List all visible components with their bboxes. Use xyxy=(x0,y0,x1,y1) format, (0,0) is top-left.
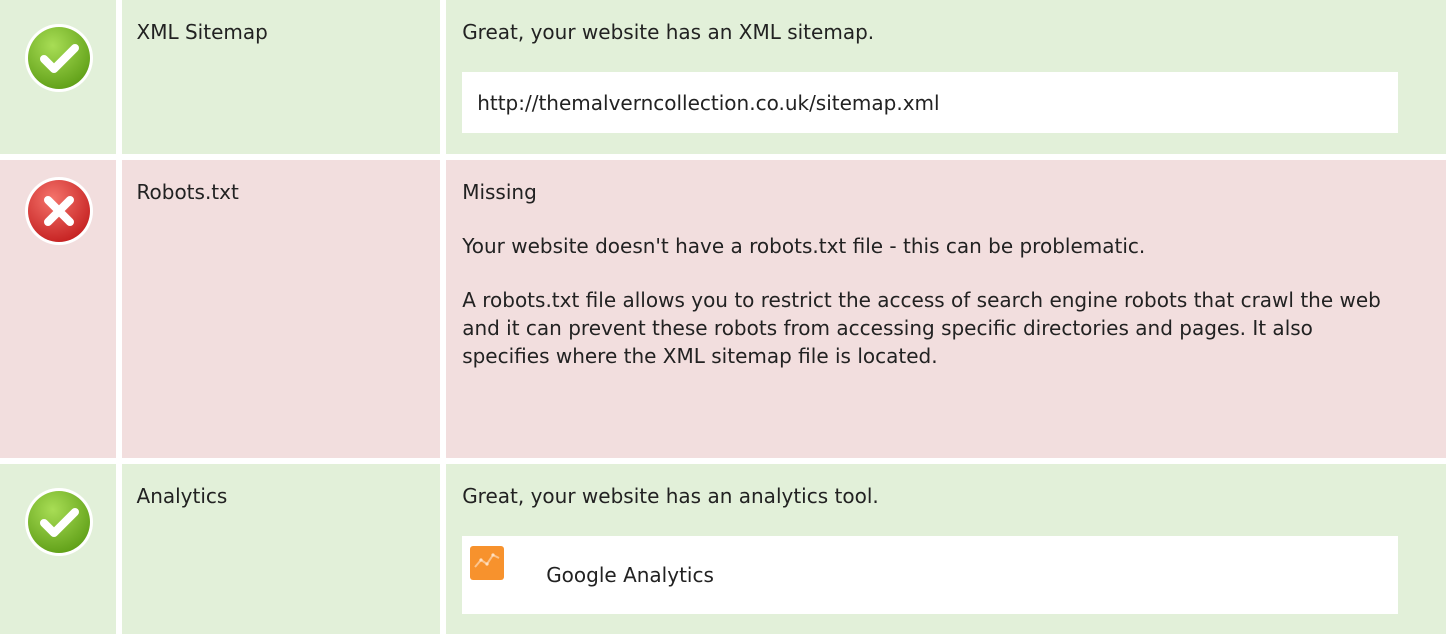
check-detail-cell: Great, your website has an analytics too… xyxy=(446,464,1446,634)
seo-report: XML Sitemap Great, your website has an X… xyxy=(0,0,1446,634)
check-name-cell: Robots.txt xyxy=(121,160,441,458)
check-row-analytics: Analytics Great, your website has an ana… xyxy=(0,464,1446,634)
status-cell xyxy=(0,464,116,634)
error-x-icon xyxy=(23,175,95,247)
google-analytics-icon xyxy=(470,546,505,580)
check-name-cell: Analytics xyxy=(121,464,441,634)
check-detail-cell: Great, your website has an XML sitemap. … xyxy=(446,0,1446,154)
analytics-tool-box: Google Analytics xyxy=(462,536,1398,614)
sitemap-url-box: http://themalverncollection.co.uk/sitema… xyxy=(462,72,1398,133)
sitemap-url: http://themalverncollection.co.uk/sitema… xyxy=(477,90,940,115)
check-detail-text: Your website doesn't have a robots.txt f… xyxy=(462,234,1146,258)
check-message: Great, your website has an analytics too… xyxy=(462,484,879,508)
check-detail-text: A robots.txt file allows you to restrict… xyxy=(462,288,1381,368)
status-cell xyxy=(0,0,116,154)
check-circle-icon xyxy=(23,22,95,94)
check-name: Analytics xyxy=(136,484,228,508)
check-message: Great, your website has an XML sitemap. xyxy=(462,20,875,44)
check-name: XML Sitemap xyxy=(136,20,268,44)
analytics-tool-name: Google Analytics xyxy=(546,563,714,587)
status-cell xyxy=(0,160,116,458)
check-name: Robots.txt xyxy=(136,180,239,204)
check-name-cell: XML Sitemap xyxy=(121,0,441,154)
check-detail-cell: Missing Your website doesn't have a robo… xyxy=(446,160,1446,458)
check-message: Missing xyxy=(462,180,537,204)
check-row-robots-txt: Robots.txt Missing Your website doesn't … xyxy=(0,160,1446,458)
check-row-xml-sitemap: XML Sitemap Great, your website has an X… xyxy=(0,0,1446,154)
check-circle-icon xyxy=(23,486,95,558)
